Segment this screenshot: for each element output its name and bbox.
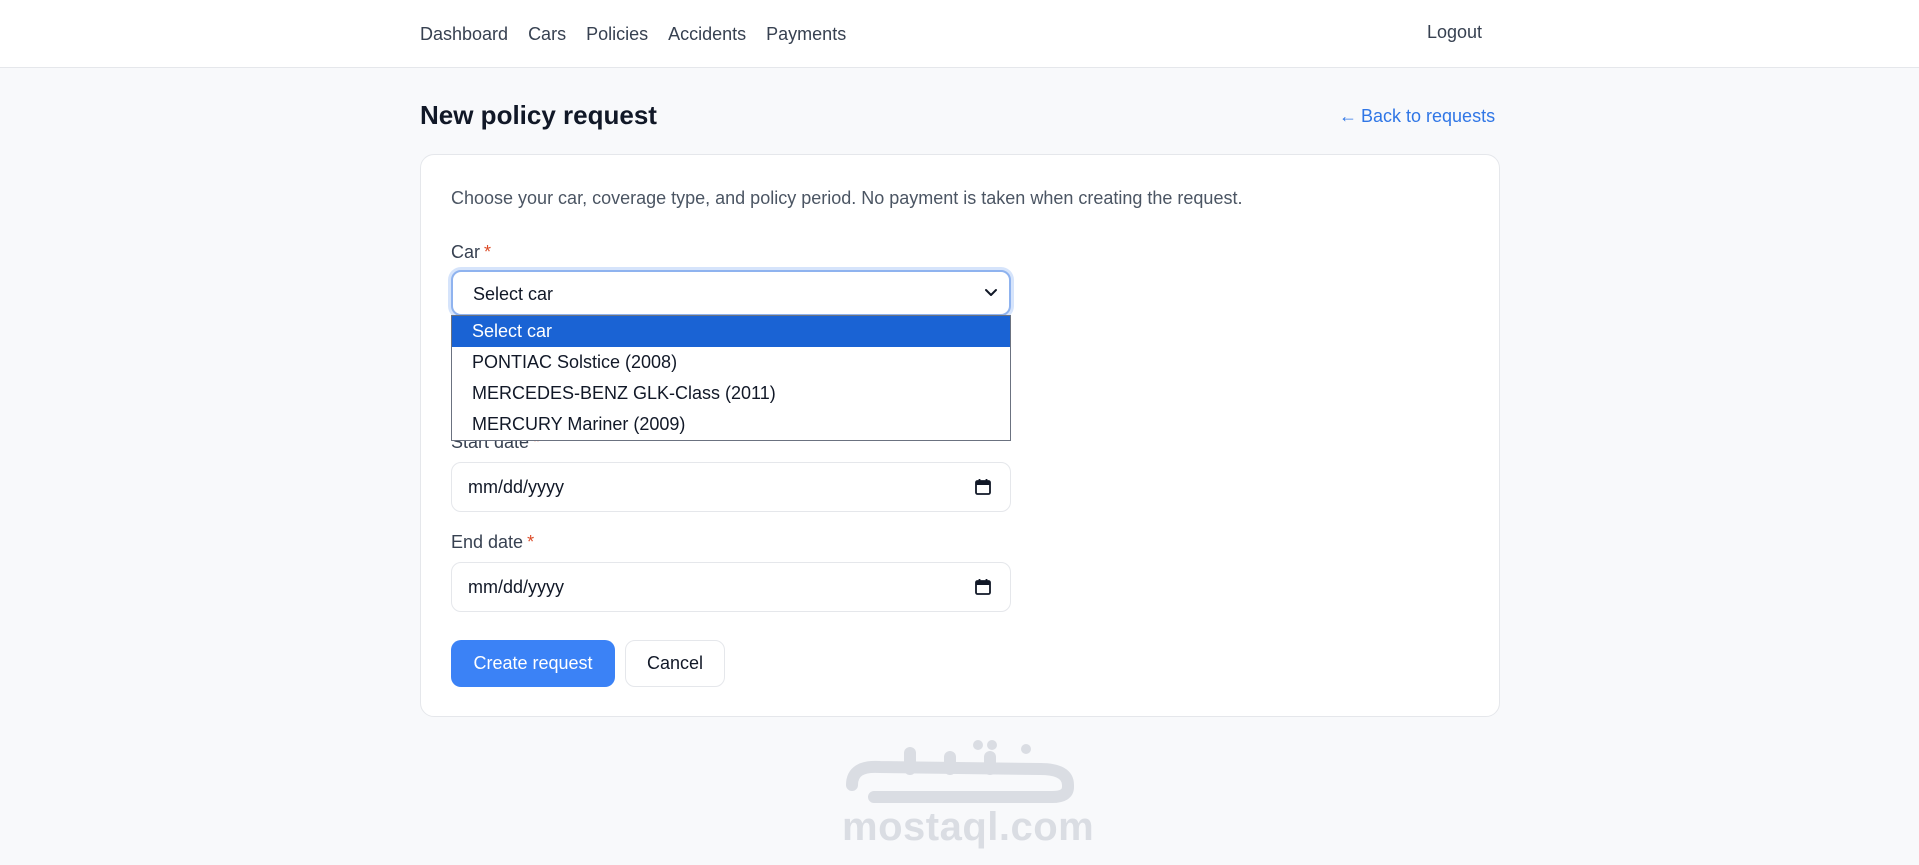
policy-request-card: Choose your car, coverage type, and poli… xyxy=(420,154,1500,717)
create-request-button[interactable]: Create request xyxy=(451,640,615,687)
start-date-placeholder: mm/dd/yyyy xyxy=(468,477,565,497)
car-option[interactable]: Select car xyxy=(452,316,1010,347)
car-select[interactable]: Select car xyxy=(451,270,1011,316)
car-label: Car * xyxy=(451,242,491,263)
page-title: New policy request xyxy=(420,100,657,130)
nav-payments[interactable]: Payments xyxy=(766,24,846,45)
nav-dashboard[interactable]: Dashboard xyxy=(420,24,508,45)
required-asterisk: * xyxy=(484,242,492,262)
mostaql-latin-text: mostaql.com xyxy=(842,805,1095,849)
logout-link[interactable]: Logout xyxy=(1427,22,1482,43)
car-option[interactable]: MERCURY Mariner (2009) xyxy=(452,409,1010,440)
end-date-placeholder: mm/dd/yyyy xyxy=(468,577,565,597)
nav-accidents[interactable]: Accidents xyxy=(668,24,746,45)
back-link-label: Back to requests xyxy=(1361,106,1496,126)
calendar-icon[interactable] xyxy=(974,478,992,496)
mostaql-watermark: mostaql.com xyxy=(840,735,1094,850)
calendar-icon[interactable] xyxy=(974,578,992,596)
nav-policies[interactable]: Policies xyxy=(586,24,648,45)
end-date-input[interactable]: mm/dd/yyyy xyxy=(451,562,1011,612)
cancel-button[interactable]: Cancel xyxy=(625,640,725,687)
back-to-requests-link[interactable]: ← Back to requests xyxy=(1339,106,1495,127)
form-intro-text: Choose your car, coverage type, and poli… xyxy=(451,188,1243,208)
mostaql-arabic-logo xyxy=(846,740,1074,803)
car-select-value: Select car xyxy=(473,284,554,304)
end-date-label-text: End date xyxy=(451,532,524,552)
arrow-left-icon: ← xyxy=(1339,106,1357,126)
chevron-down-icon xyxy=(985,289,997,296)
car-label-text: Car xyxy=(451,242,481,262)
nav-cars[interactable]: Cars xyxy=(528,24,566,45)
car-option[interactable]: PONTIAC Solstice (2008) xyxy=(452,347,1010,378)
required-asterisk: * xyxy=(527,532,535,552)
car-dropdown-list: Select car PONTIAC Solstice (2008) MERCE… xyxy=(451,315,1011,441)
car-option[interactable]: MERCEDES-BENZ GLK-Class (2011) xyxy=(452,378,1010,409)
start-date-input[interactable]: mm/dd/yyyy xyxy=(451,462,1011,512)
nav-links: Dashboard Cars Policies Accidents Paymen… xyxy=(420,0,866,68)
top-navbar: Dashboard Cars Policies Accidents Paymen… xyxy=(0,0,1919,68)
end-date-label: End date * xyxy=(451,532,534,553)
